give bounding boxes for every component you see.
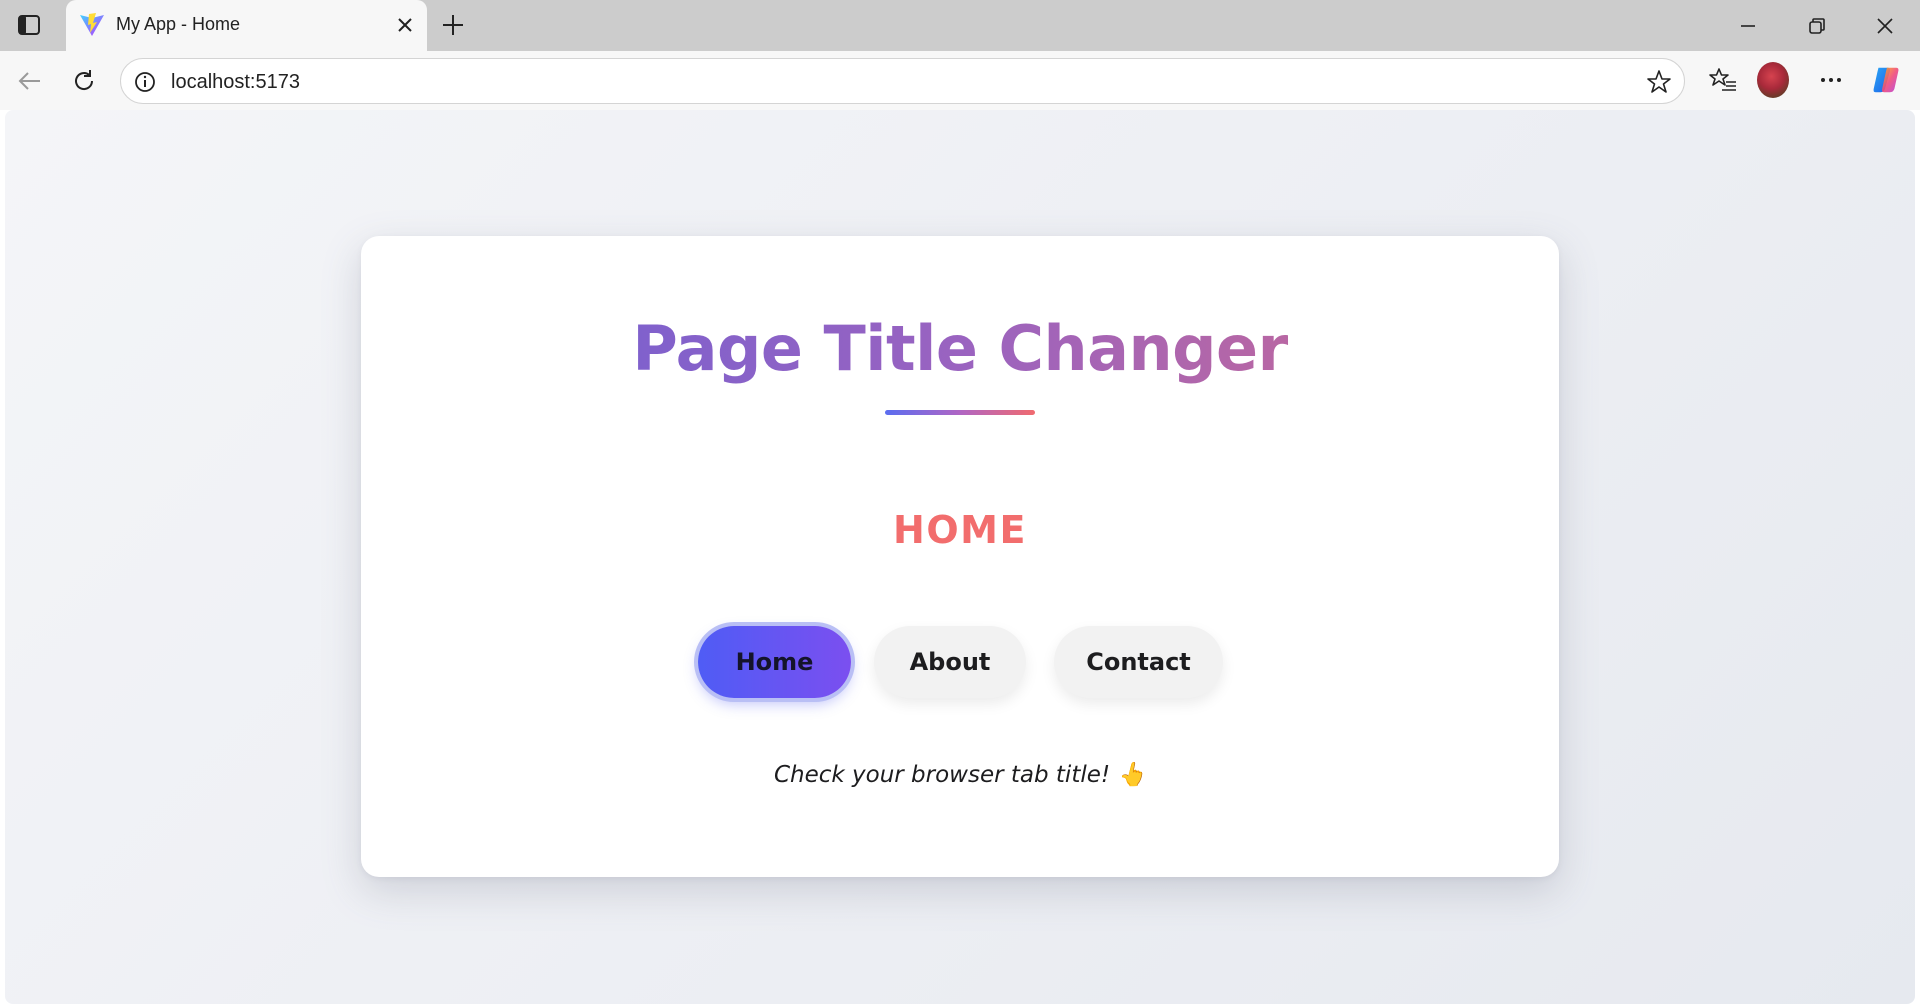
tab-title: My App - Home <box>116 14 241 34</box>
avatar <box>1757 62 1789 98</box>
favorites-list-icon[interactable] <box>1707 64 1739 96</box>
back-arrow-icon[interactable] <box>14 65 46 97</box>
page-viewport: Page Title Changer HOME Home About Conta… <box>5 110 1915 1004</box>
reload-icon[interactable] <box>68 65 100 97</box>
about-button[interactable]: About <box>874 626 1026 698</box>
minimize-icon[interactable] <box>1735 13 1761 39</box>
tab-close-icon[interactable] <box>395 15 415 35</box>
url-text: localhost:5173 <box>171 71 300 93</box>
hint-text: Check your browser tab title! 👆 <box>773 762 1147 788</box>
restore-icon[interactable] <box>1804 13 1830 39</box>
current-page-heading: HOME <box>893 508 1027 552</box>
home-button[interactable]: Home <box>698 626 851 698</box>
app-card: Page Title Changer HOME Home About Conta… <box>361 236 1559 877</box>
browser-tab[interactable]: My App - Home <box>66 0 427 51</box>
page-title: Page Title Changer <box>361 312 1559 385</box>
vite-logo-icon <box>78 12 106 38</box>
browser-toolbar: localhost:5173 <box>0 51 1920 110</box>
contact-button[interactable]: Contact <box>1054 626 1223 698</box>
title-underline-divider <box>885 410 1035 415</box>
tab-strip: My App - Home <box>0 0 1920 51</box>
address-bar[interactable]: localhost:5173 <box>120 58 1685 104</box>
favorite-star-icon[interactable] <box>1646 69 1672 95</box>
copilot-icon[interactable] <box>1870 64 1902 96</box>
profile-avatar[interactable] <box>1757 62 1789 98</box>
more-options-icon[interactable] <box>1815 64 1847 96</box>
page-nav-buttons: Home About Contact <box>361 626 1559 702</box>
sidebar-toggle-icon[interactable] <box>16 12 42 38</box>
site-info-icon[interactable] <box>133 70 157 94</box>
new-tab-plus-icon[interactable] <box>440 12 466 38</box>
window-close-icon[interactable] <box>1872 13 1898 39</box>
